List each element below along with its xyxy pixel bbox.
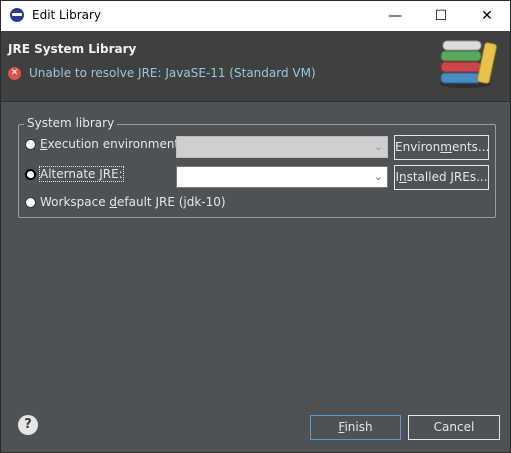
radio-button[interactable] xyxy=(25,196,36,208)
library-books-icon xyxy=(439,40,497,88)
radio-execution-environment[interactable]: Execution environment: xyxy=(25,137,183,151)
minimize-icon[interactable]: — xyxy=(372,1,418,31)
chevron-down-icon[interactable]: ⌄ xyxy=(374,170,383,183)
system-library-group: System library Execution environment: ⌄ … xyxy=(18,116,496,218)
radio-workspace-default-jre[interactable]: Workspace default JRE (jdk-10) xyxy=(25,195,226,209)
title-bar: Edit Library — ☐ ✕ xyxy=(1,1,510,31)
close-icon[interactable]: ✕ xyxy=(464,1,510,31)
help-icon[interactable]: ? xyxy=(18,415,38,435)
radio-alternate-jre[interactable]: Alternate JRE: xyxy=(25,166,124,182)
eclipse-icon xyxy=(10,8,24,22)
finish-button[interactable]: Finish xyxy=(310,415,401,440)
dialog-header: JRE System Library ✕ Unable to resolve J… xyxy=(1,31,510,102)
window-title: Edit Library xyxy=(32,8,102,22)
installed-jres-button[interactable]: Installed JREs... xyxy=(394,165,489,190)
radio-button[interactable] xyxy=(25,138,36,150)
radio-button-selected[interactable] xyxy=(25,168,36,180)
maximize-icon[interactable]: ☐ xyxy=(418,1,464,31)
error-icon: ✕ xyxy=(8,67,21,80)
header-title: JRE System Library xyxy=(8,42,137,56)
execution-environment-combo: ⌄ xyxy=(176,136,388,158)
radio-label: Alternate JRE: xyxy=(39,166,124,182)
radio-label: Execution environment: xyxy=(40,137,184,151)
alternate-jre-combo[interactable]: ⌄ xyxy=(176,166,388,188)
cancel-button[interactable]: Cancel xyxy=(408,415,500,440)
chevron-down-icon: ⌄ xyxy=(373,140,383,153)
edit-library-dialog: Edit Library — ☐ ✕ JRE System Library ✕ … xyxy=(0,0,511,453)
error-message: Unable to resolve JRE: JavaSE-11 (Standa… xyxy=(29,66,316,80)
environments-button[interactable]: Environments... xyxy=(394,135,489,160)
group-legend: System library xyxy=(24,116,118,130)
radio-label: Workspace default JRE (jdk-10) xyxy=(40,195,226,209)
dialog-body: System library Execution environment: ⌄ … xyxy=(1,102,510,404)
